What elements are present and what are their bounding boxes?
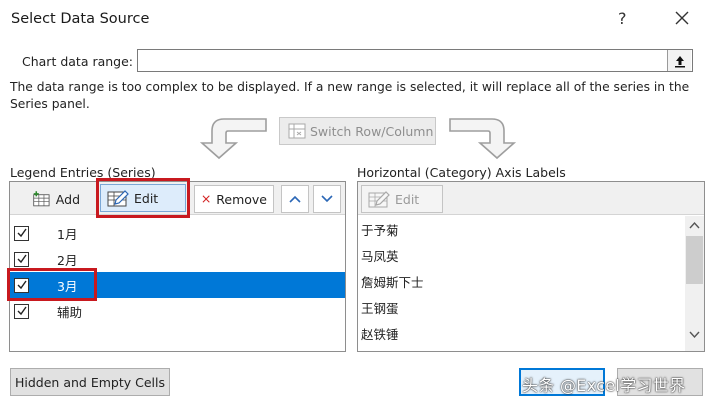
remove-series-button[interactable]: Remove (194, 185, 274, 213)
watermark: 头条 @Excel学习世界 (522, 376, 686, 395)
add-series-label: Add (55, 191, 80, 207)
axis-label-item[interactable]: 马凤英 (361, 246, 399, 265)
range-notice: The data range is too complex to be disp… (10, 80, 690, 111)
axis-label-item[interactable]: 赵铁锤 (361, 324, 399, 343)
scrollbar-thumb[interactable] (686, 236, 703, 284)
edit-series-label: Edit (134, 190, 159, 206)
edit-axis-label: Edit (395, 191, 420, 207)
add-series-icon (33, 191, 50, 207)
chevron-up-icon (289, 195, 301, 203)
hidden-empty-cells-button[interactable]: Hidden and Empty Cells (10, 368, 170, 396)
dialog-title: Select Data Source (11, 11, 150, 27)
range-collapse-button[interactable] (667, 50, 691, 71)
edit-series-button[interactable]: Edit (100, 184, 186, 212)
close-button[interactable] (672, 8, 692, 28)
checkmark-icon (17, 254, 27, 264)
left-curved-arrow-icon (199, 118, 267, 160)
chevron-down-icon (321, 195, 333, 203)
axis-label-item[interactable]: 王钢蛋 (361, 298, 399, 317)
axis-labels-title: Horizontal (Category) Axis Labels (357, 165, 566, 180)
chart-data-range-input[interactable] (137, 49, 693, 72)
move-up-button[interactable] (281, 185, 309, 213)
checkmark-icon (17, 228, 27, 238)
series-checkbox[interactable] (14, 251, 29, 267)
axis-label-item[interactable]: 詹姆斯下士 (361, 272, 424, 291)
series-checkbox[interactable] (14, 225, 29, 241)
series-row[interactable]: 1月 (10, 220, 345, 246)
scroll-up-icon[interactable] (688, 220, 701, 230)
series-checkbox[interactable] (14, 303, 29, 319)
selected-series-highlight (7, 268, 97, 301)
edit-series-icon (107, 190, 129, 207)
add-series-button[interactable]: Add (25, 185, 87, 213)
collapse-dialog-icon (674, 55, 685, 67)
switch-label: Switch Row/Column (310, 123, 434, 139)
edit-axis-icon (368, 191, 390, 208)
axis-label-item[interactable]: 于予菊 (361, 220, 399, 239)
remove-series-label: Remove (216, 191, 267, 207)
scroll-down-icon[interactable] (688, 330, 701, 340)
series-row[interactable]: 辅助 (10, 298, 345, 324)
series-label: 辅助 (57, 304, 83, 320)
right-curved-arrow-icon (449, 118, 517, 160)
switch-row-column-button[interactable]: Switch Row/Column (279, 117, 436, 145)
close-icon (675, 11, 689, 25)
series-label: 1月 (57, 226, 78, 242)
switch-icon (288, 123, 306, 139)
edit-axis-labels-button[interactable]: Edit (361, 185, 443, 213)
help-button[interactable]: ? (618, 9, 627, 28)
remove-icon (202, 195, 210, 203)
chart-data-range-label: Chart data range: (22, 54, 134, 69)
move-down-button[interactable] (313, 185, 341, 213)
checkmark-icon (17, 306, 27, 316)
series-label: 2月 (57, 252, 78, 268)
